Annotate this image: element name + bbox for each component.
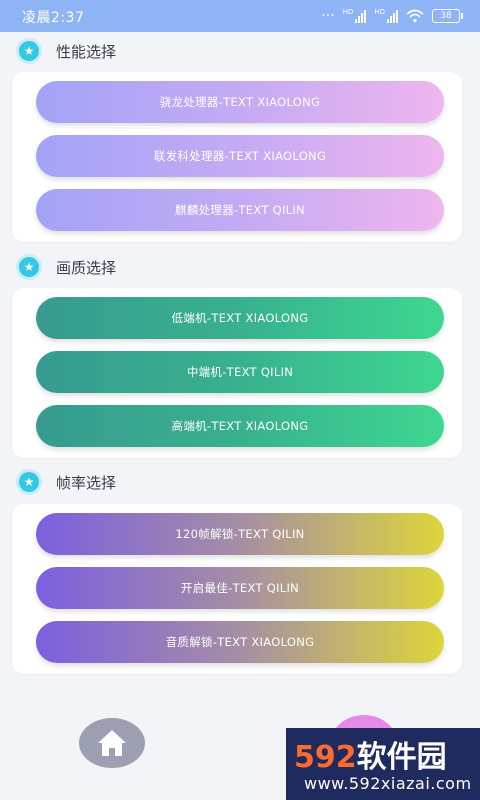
signal-icon-2 — [387, 9, 398, 23]
option-button[interactable]: 120帧解锁-TEXT QILIN — [36, 513, 444, 555]
battery-icon: 38 — [432, 9, 463, 23]
watermark-url: www.592xiazai.com — [304, 774, 472, 793]
performance-card: 骁龙处理器-TEXT XIAOLONG 联发科处理器-TEXT XIAOLONG… — [12, 72, 462, 242]
option-button[interactable]: 音质解锁-TEXT XIAOLONG — [36, 621, 444, 663]
home-button[interactable] — [79, 718, 145, 768]
dots-icon: ··· — [321, 8, 335, 24]
section-title-performance: ★ 性能选择 — [16, 38, 116, 64]
framerate-card: 120帧解锁-TEXT QILIN 开启最佳-TEXT QILIN 音质解锁-T… — [12, 504, 462, 674]
option-button[interactable]: 低端机-TEXT XIAOLONG — [36, 297, 444, 339]
status-time: 凌晨2:37 — [22, 10, 85, 26]
section-title-framerate: ★ 帧率选择 — [16, 469, 116, 495]
section-label: 性能选择 — [56, 42, 117, 61]
wifi-icon — [406, 9, 424, 23]
star-icon: ★ — [16, 469, 42, 495]
section-label: 画质选择 — [56, 258, 117, 277]
watermark-brand-text: 软件园 — [356, 740, 447, 775]
watermark-brand-num: 592 — [294, 740, 357, 775]
signal-icon — [355, 9, 367, 23]
option-button[interactable]: 联发科处理器-TEXT XIAOLONG — [36, 135, 444, 177]
status-icons: ··· HD HD 38 — [321, 8, 463, 24]
watermark-logo: 592软件园 www.592xiazai.com — [286, 728, 480, 800]
hd-label-2: HD — [374, 8, 385, 16]
star-icon: ★ — [16, 254, 42, 280]
quality-card: 低端机-TEXT XIAOLONG 中端机-TEXT QILIN 高端机-TEX… — [12, 288, 462, 458]
option-button[interactable]: 高端机-TEXT XIAOLONG — [36, 405, 444, 447]
watermark-brand: 592软件园 — [294, 732, 447, 776]
option-button[interactable]: 麒麟处理器-TEXT QILIN — [36, 189, 444, 231]
section-title-quality: ★ 画质选择 — [16, 254, 116, 280]
home-icon — [98, 730, 126, 756]
option-button[interactable]: 骁龙处理器-TEXT XIAOLONG — [36, 81, 444, 123]
option-button[interactable]: 开启最佳-TEXT QILIN — [36, 567, 444, 609]
option-button[interactable]: 中端机-TEXT QILIN — [36, 351, 444, 393]
status-bar: 凌晨2:37 ··· HD HD 38 — [0, 0, 480, 32]
section-label: 帧率选择 — [56, 473, 117, 492]
star-icon: ★ — [16, 38, 42, 64]
hd-label: HD — [342, 8, 354, 16]
